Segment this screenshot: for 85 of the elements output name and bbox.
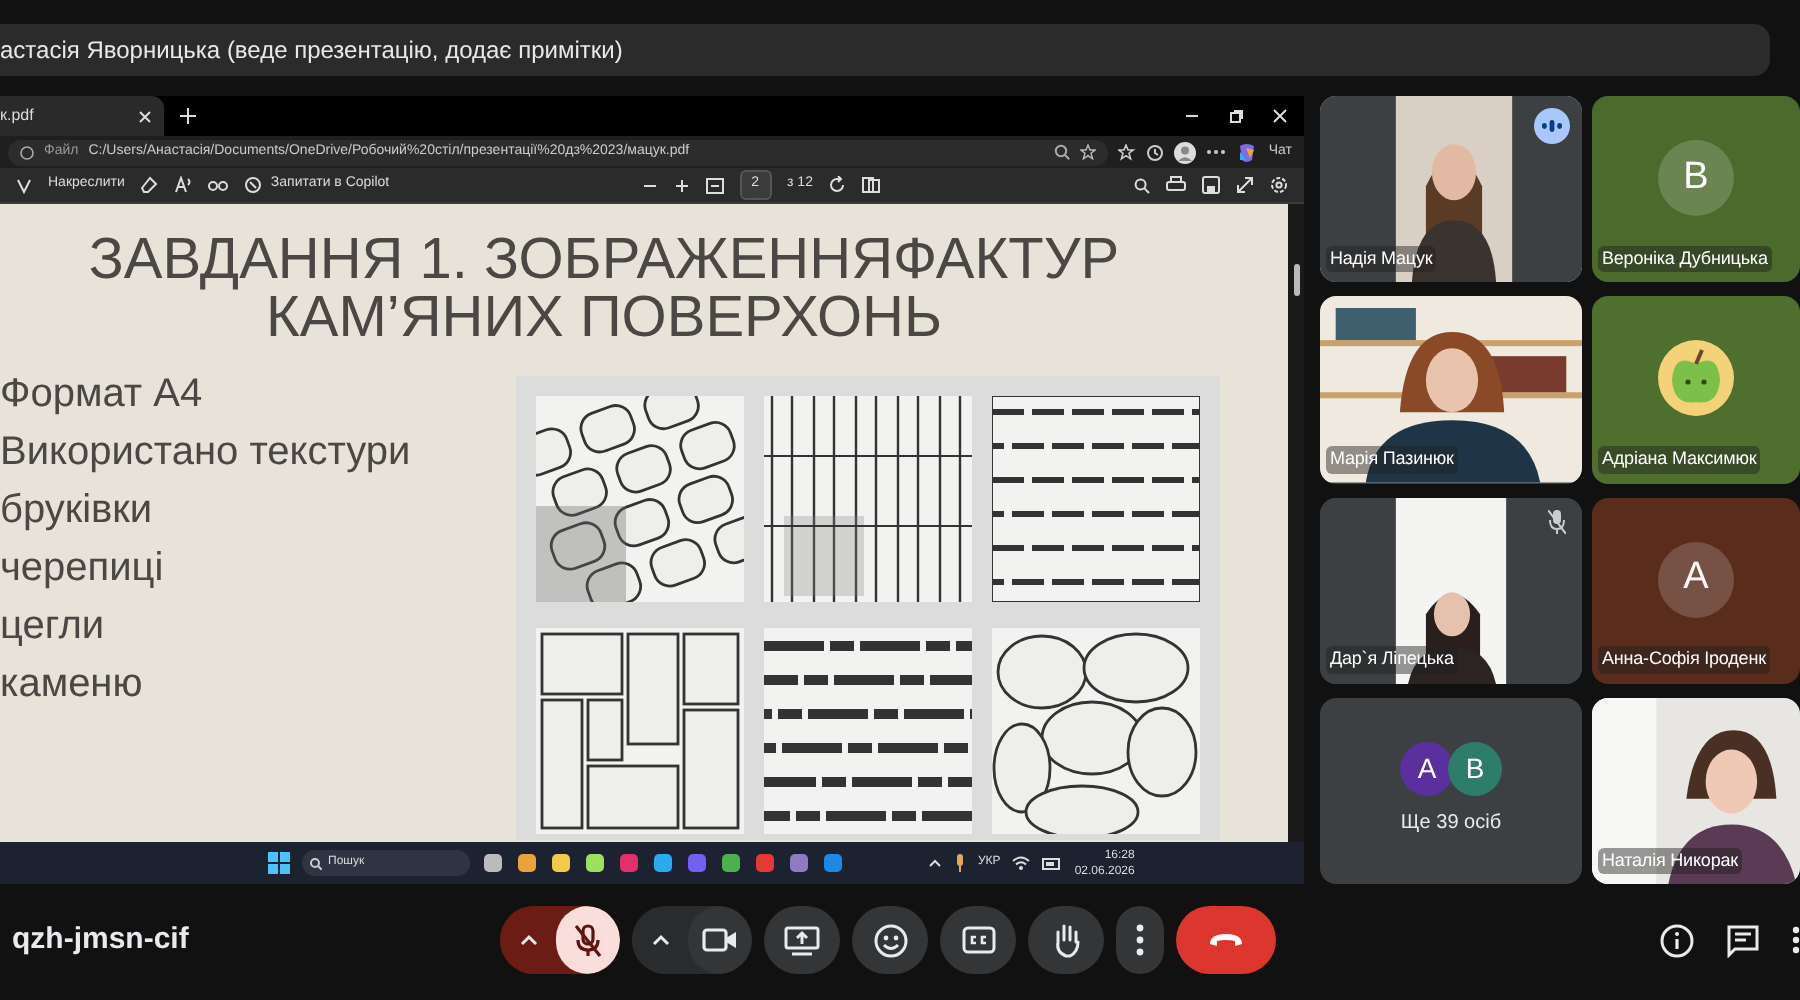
caret-icon: [651, 934, 669, 946]
bullet-text: Використано текстури: [0, 428, 413, 478]
hand-icon: [1051, 922, 1081, 958]
avatar-initial: В: [1658, 140, 1734, 217]
settings-icon[interactable]: [1270, 176, 1288, 194]
avatar-initial: В: [1448, 742, 1502, 797]
phone-icon: [1208, 932, 1244, 948]
slide-title: ЗАВДАННЯ 1. ЗОБРАЖЕННЯФАКТУР: [86, 232, 1122, 290]
bullet-text: цегли: [0, 602, 107, 652]
more-participants-label: Ще 39 осіб: [1400, 810, 1502, 839]
meeting-code: qzh-jmsn-cif: [10, 919, 191, 960]
info-icon: [20, 145, 34, 159]
print-icon[interactable]: [1166, 176, 1186, 194]
presenter-banner-text: астасія Яворницька (веде презентацію, додає примітки): [0, 34, 623, 68]
more-icon[interactable]: [1206, 148, 1227, 156]
app-icon[interactable]: [652, 852, 674, 874]
plus-icon[interactable]: [180, 108, 196, 124]
bullet-text: Формат А4: [0, 370, 205, 420]
camera-icon: [702, 928, 738, 952]
slide-title: КАМ’ЯНИХ ПОВЕРХОНЬ: [265, 290, 944, 348]
mic-off-icon: [574, 923, 602, 957]
info-icon[interactable]: [1660, 923, 1694, 957]
app-icon[interactable]: [788, 852, 810, 874]
app-icon[interactable]: [720, 852, 742, 874]
expand-icon[interactable]: [1236, 176, 1254, 194]
participant-name: Дар`я Ліпецька: [1326, 646, 1458, 674]
microphone-button[interactable]: [556, 906, 620, 974]
bullet-text: бруківки: [0, 486, 155, 536]
audio-level-icon: [1542, 120, 1562, 132]
participant-name: Наталія Никорак: [1598, 847, 1742, 874]
draw-icon[interactable]: [16, 177, 32, 193]
app-icon[interactable]: [822, 852, 844, 874]
bullet-text: каменю: [0, 660, 145, 710]
glasses-icon[interactable]: [208, 178, 229, 192]
close-icon[interactable]: [138, 109, 152, 123]
search-icon: [310, 857, 322, 869]
apple-icon: [1658, 340, 1734, 417]
avatar-initial: А: [1658, 541, 1734, 618]
captions-icon: [961, 926, 995, 954]
save-icon[interactable]: [1202, 176, 1220, 194]
profile-icon[interactable]: [1174, 141, 1197, 163]
participant-name: Анна-Софія Іроденк: [1598, 646, 1770, 674]
present-screen-icon: [784, 925, 820, 955]
favorites-icon[interactable]: [1118, 143, 1137, 161]
smiley-icon: [873, 923, 907, 957]
close-icon[interactable]: [1272, 108, 1288, 124]
star-icon[interactable]: [1080, 144, 1097, 160]
scrollbar-thumb[interactable]: [1293, 264, 1299, 296]
zoom-icon[interactable]: [1054, 144, 1071, 160]
page-view-icon[interactable]: [862, 176, 881, 194]
app-icon[interactable]: [584, 852, 606, 874]
app-icon[interactable]: [550, 852, 572, 874]
participant-name: Адріана Максимюк: [1598, 446, 1761, 473]
captions-button[interactable]: [940, 906, 1016, 974]
windows-logo-icon[interactable]: [268, 852, 290, 874]
rotate-icon[interactable]: [828, 176, 847, 194]
mic-icon[interactable]: [954, 854, 966, 872]
plus-icon[interactable]: [673, 177, 690, 193]
leave-call-button[interactable]: [1176, 906, 1276, 974]
read-aloud-icon[interactable]: [174, 176, 193, 194]
search-icon[interactable]: [1134, 177, 1150, 193]
emoji-button[interactable]: [852, 906, 928, 974]
more-icon: [1136, 924, 1144, 956]
eraser-icon[interactable]: [140, 176, 159, 194]
app-icon[interactable]: [516, 852, 538, 874]
wifi-icon[interactable]: [1012, 856, 1031, 870]
participant-name: Надія Мацук: [1326, 245, 1437, 273]
avatar-initial: А: [1400, 742, 1454, 797]
browser-tab[interactable]: к.pdf: [0, 96, 164, 136]
camera-button[interactable]: [688, 906, 752, 974]
bullet-text: черепиці: [0, 544, 166, 594]
caret-icon[interactable]: [928, 858, 942, 868]
caret-icon: [519, 934, 537, 946]
more-participants-tile[interactable]: А В Ще 39 осіб: [1320, 697, 1582, 884]
tab-title: к.pdf: [0, 104, 34, 128]
fit-page-icon[interactable]: [705, 177, 724, 193]
present-button[interactable]: [764, 906, 840, 974]
history-icon[interactable]: [1146, 143, 1165, 161]
raise-hand-button[interactable]: [1028, 906, 1104, 974]
restore-icon[interactable]: [1228, 108, 1244, 124]
battery-icon[interactable]: [1042, 857, 1063, 869]
chat-icon[interactable]: [1726, 923, 1760, 957]
app-icon[interactable]: [482, 852, 504, 874]
participant-name: Вероніка Дубницька: [1598, 245, 1772, 273]
more-options-button[interactable]: [1116, 906, 1164, 974]
